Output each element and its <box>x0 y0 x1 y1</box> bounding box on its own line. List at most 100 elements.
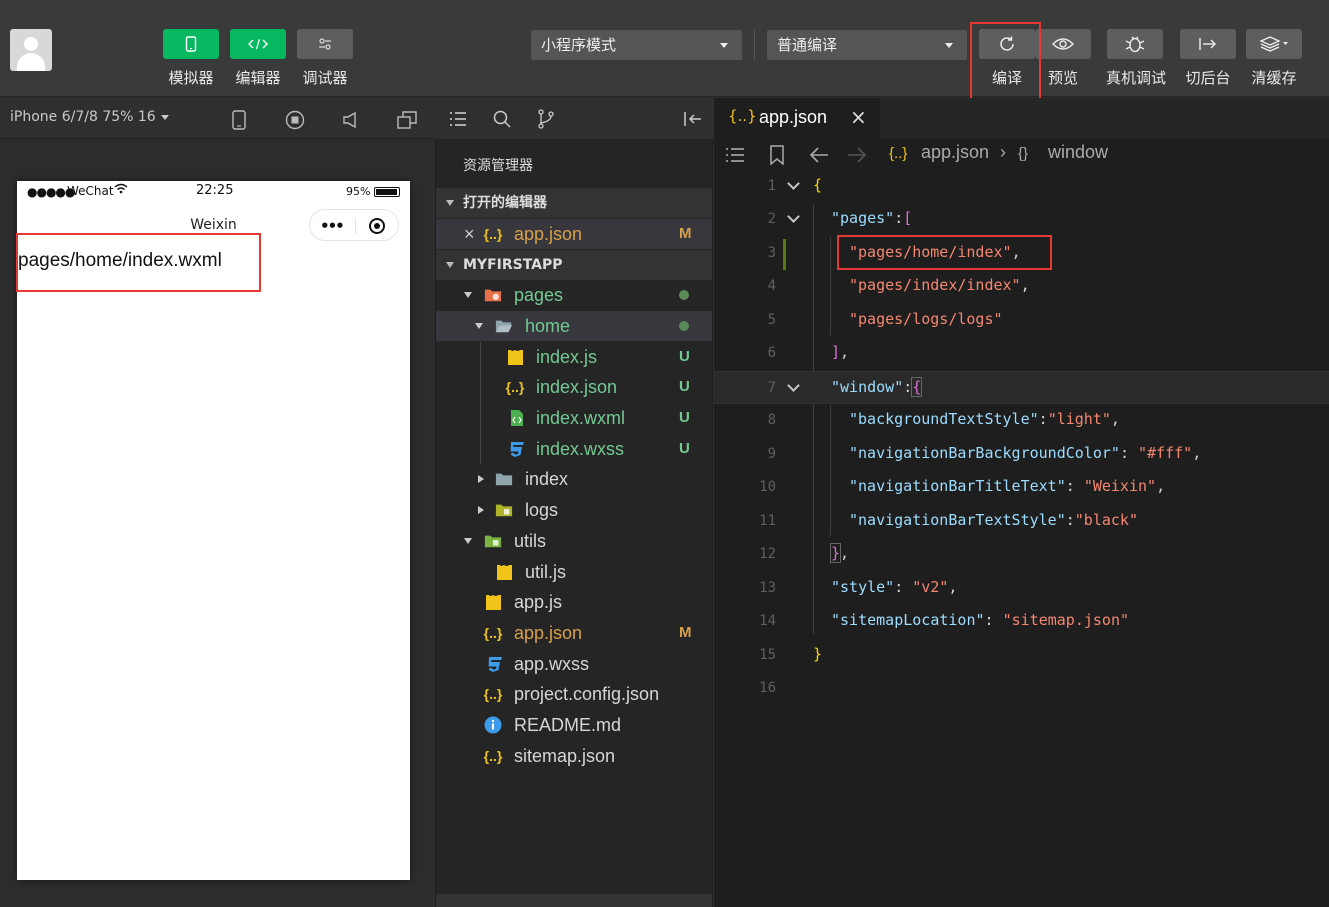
tree-item-readme[interactable]: README.md <box>436 710 712 740</box>
preview-button[interactable]: 预览 <box>1034 29 1092 88</box>
fold-chevron-icon[interactable] <box>787 379 800 392</box>
folder-open-icon <box>495 317 513 335</box>
line-number: 5 <box>767 312 776 328</box>
code-line[interactable]: 6 ], <box>714 337 1329 370</box>
json-file-icon: {..} <box>483 226 503 242</box>
menu-capsule[interactable]: ••• <box>309 209 399 241</box>
simulator-toggle[interactable]: 模拟器 <box>162 29 220 88</box>
line-number: 9 <box>767 446 776 462</box>
highlight-compile <box>970 22 1041 101</box>
json-file-icon: {..} <box>889 145 908 162</box>
code-line[interactable]: 5 "pages/logs/logs" <box>714 304 1329 337</box>
breadcrumb-file[interactable]: app.json <box>921 142 989 163</box>
code-line[interactable]: 14 "sitemapLocation": "sitemap.json" <box>714 605 1329 638</box>
forward-arrow-icon[interactable] <box>847 146 867 168</box>
fold-chevron-icon[interactable] <box>787 210 800 223</box>
open-editor-item[interactable]: × {..} app.json M <box>436 219 712 249</box>
json-file-icon: {..} <box>483 748 503 764</box>
mode-select[interactable]: 小程序模式 <box>531 30 742 60</box>
tree-item-index-wxml[interactable]: index.wxml U <box>436 403 712 433</box>
js-file-icon: JS <box>497 559 512 580</box>
tree-item-label: index <box>525 469 569 489</box>
clear-cache-label: 清缓存 <box>1251 69 1297 87</box>
list-icon[interactable] <box>725 147 745 167</box>
close-icon[interactable]: × <box>850 105 867 129</box>
menu-icon[interactable] <box>447 108 469 130</box>
tree-item-logs[interactable]: logs <box>436 495 712 525</box>
code-token: "#fff" <box>1138 444 1193 462</box>
detach-window-icon[interactable] <box>396 109 418 131</box>
code-token: "style" <box>831 578 895 596</box>
tree-item-app-json[interactable]: {..} app.json M <box>436 618 712 648</box>
git-status-dot <box>679 321 689 331</box>
tree-item-home[interactable]: home <box>436 311 712 341</box>
utils-folder-icon <box>484 532 502 550</box>
simulator-label: 模拟器 <box>168 69 214 87</box>
tree-item-label: pages <box>514 285 564 305</box>
code-token: "Weixin" <box>1083 477 1157 495</box>
compile-select[interactable]: 普通编译 <box>767 30 967 60</box>
git-status-badge: U <box>679 409 690 426</box>
explorer-title: 资源管理器 <box>463 158 533 174</box>
code-line[interactable]: 1 { <box>714 170 1329 203</box>
tree-item-index-folder[interactable]: index <box>436 464 712 494</box>
line-number: 13 <box>759 580 776 596</box>
debugger-toggle[interactable]: 调试器 <box>296 29 354 88</box>
fold-chevron-icon[interactable] <box>787 177 800 190</box>
real-device-debug-button[interactable]: 真机调试 <box>1106 29 1166 88</box>
background-switch-button[interactable]: 切后台 <box>1179 29 1237 88</box>
css-file-icon <box>508 440 526 458</box>
tree-item-pages[interactable]: pages <box>436 280 712 310</box>
tree-item-index-js[interactable]: JS index.js U <box>436 342 712 372</box>
tree-item-app-js[interactable]: JS app.js <box>436 587 712 617</box>
open-editors-section[interactable]: 打开的编辑器 <box>436 188 712 218</box>
tree-item-app-wxss[interactable]: app.wxss <box>436 649 712 679</box>
breadcrumb-symbol[interactable]: window <box>1048 142 1108 163</box>
caret-down-icon <box>945 43 953 48</box>
source-control-icon[interactable] <box>535 108 557 130</box>
code-token: "pages/index/index" <box>849 276 1021 294</box>
stop-record-icon[interactable] <box>284 109 306 131</box>
tree-item-utils[interactable]: utils <box>436 526 712 556</box>
code-line[interactable]: 10 "navigationBarTitleText": "Weixin", <box>714 471 1329 504</box>
close-miniprogram-icon[interactable] <box>369 218 385 234</box>
more-icon[interactable]: ••• <box>320 217 345 235</box>
switch-icon <box>1180 29 1236 59</box>
tree-item-sitemap[interactable]: {..} sitemap.json <box>436 741 712 771</box>
search-icon[interactable] <box>491 108 513 130</box>
code-line[interactable]: 16 <box>714 672 1329 705</box>
outline-section[interactable] <box>436 894 712 907</box>
back-arrow-icon[interactable] <box>809 146 829 168</box>
bookmark-icon[interactable] <box>770 145 784 169</box>
project-section[interactable]: MYFIRSTAPP <box>436 250 712 280</box>
close-icon[interactable]: × <box>464 219 475 249</box>
tab-app-json[interactable]: {..} app.json × <box>714 98 880 139</box>
line-number: 7 <box>767 380 776 396</box>
code-line[interactable]: 13 "style": "v2", <box>714 572 1329 605</box>
line-number: 2 <box>767 211 776 227</box>
code-line[interactable]: 15 } <box>714 639 1329 672</box>
editor-toggle[interactable]: 编辑器 <box>229 29 287 88</box>
code-token: "sitemapLocation" <box>831 611 985 629</box>
code-line[interactable]: 11 "navigationBarTextStyle":"black" <box>714 505 1329 538</box>
tree-item-project-config[interactable]: {..} project.config.json <box>436 679 712 709</box>
code-line[interactable]: 2 "pages":[ <box>714 203 1329 236</box>
mode-select-value: 小程序模式 <box>541 36 617 54</box>
clear-cache-button[interactable]: 清缓存 <box>1245 29 1303 88</box>
line-number: 10 <box>759 479 776 495</box>
avatar[interactable] <box>10 29 52 71</box>
code-line[interactable]: 9 "navigationBarBackgroundColor": "#fff"… <box>714 438 1329 471</box>
tree-item-index-wxss[interactable]: index.wxss U <box>436 434 712 464</box>
phone-outline-icon[interactable] <box>228 109 250 131</box>
tree-item-label: index.js <box>536 347 598 367</box>
device-select[interactable]: iPhone 6/7/8 75% 16 <box>10 109 169 125</box>
code-line[interactable]: 4 "pages/index/index", <box>714 270 1329 303</box>
code-line-current[interactable]: 7 "window":{ <box>714 371 1329 404</box>
tree-item-util-js[interactable]: JS util.js <box>436 557 712 587</box>
code-line[interactable]: 12 }, <box>714 538 1329 571</box>
volume-icon[interactable] <box>340 109 362 131</box>
collapse-panel-icon[interactable] <box>681 108 703 130</box>
tree-item-index-json[interactable]: {..} index.json U <box>436 372 712 402</box>
line-number: 6 <box>767 345 776 361</box>
code-line[interactable]: 8 "backgroundTextStyle":"light", <box>714 404 1329 437</box>
